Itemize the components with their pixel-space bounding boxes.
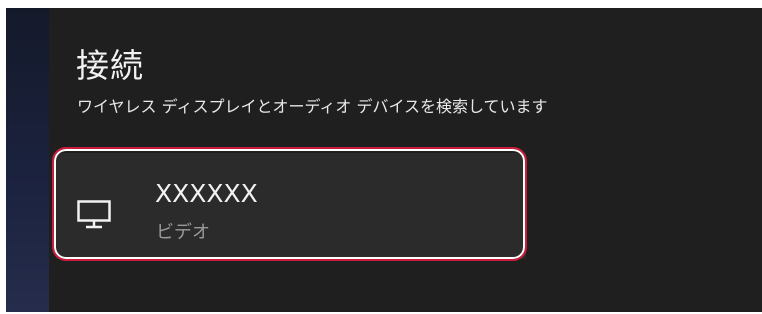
monitor-icon	[77, 200, 113, 230]
highlight-ring	[52, 147, 527, 261]
connect-flyout: 接続 ワイヤレス ディスプレイとオーディオ デバイスを検索しています XXXXX…	[6, 8, 762, 312]
device-name: XXXXXX	[155, 179, 258, 208]
device-item[interactable]: XXXXXX ビデオ	[52, 147, 527, 261]
panel-title: 接続	[76, 46, 144, 85]
search-status-text: ワイヤレス ディスプレイとオーディオ デバイスを検索しています	[77, 97, 548, 116]
device-type: ビデオ	[156, 222, 210, 243]
connect-panel: 接続 ワイヤレス ディスプレイとオーディオ デバイスを検索しています XXXXX…	[49, 8, 762, 312]
desktop-edge	[6, 8, 49, 312]
